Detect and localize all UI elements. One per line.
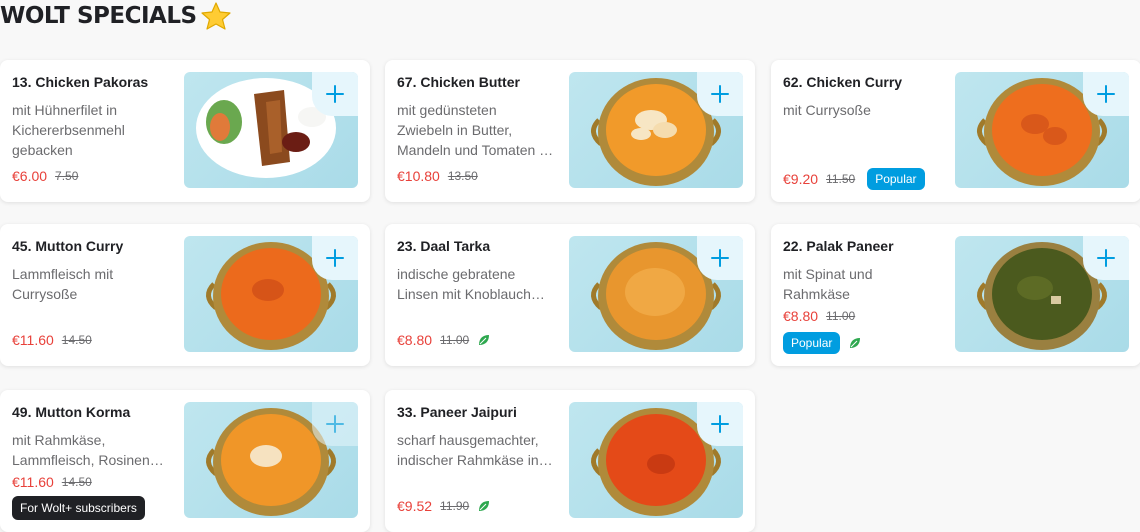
add-to-cart-button[interactable] [312, 72, 358, 116]
plus-icon [326, 415, 344, 433]
plus-icon [326, 249, 344, 267]
item-description: mit Currysoße [783, 102, 871, 118]
plus-icon [326, 85, 344, 103]
item-name: 13. Chicken Pakoras [12, 74, 149, 90]
item-price: €11.60 [12, 474, 54, 490]
menu-item-card[interactable]: 62. Chicken Curry mit Currysoße €9.20 11… [771, 60, 1140, 202]
menu-item-card[interactable]: 33. Paneer Jaipuri scharf hausgemachter,… [385, 390, 755, 532]
price-row: €11.60 14.50 [12, 474, 92, 490]
menu-item-card[interactable]: 22. Palak Paneer mit Spinat und Rahmkäse… [771, 224, 1140, 366]
popular-badge: Popular [783, 332, 841, 354]
item-old-price: 11.00 [826, 309, 856, 323]
item-old-price: 13.50 [447, 169, 478, 183]
menu-item-card[interactable]: 49. Mutton Korma mit Rahmkäse, Lammfleis… [0, 390, 370, 532]
item-price: €10.80 [397, 168, 440, 184]
item-old-price: 14.50 [61, 333, 92, 347]
section-title: WOLT SPECIALS [0, 2, 231, 30]
add-to-cart-button[interactable] [697, 236, 743, 280]
item-description: mit Rahmkäse, Lammfleisch, Rosinen… [12, 432, 164, 468]
item-description: indische gebratene Linsen mit Knoblauch… [397, 266, 545, 302]
item-old-price: 11.50 [826, 172, 856, 186]
star-icon [200, 2, 231, 30]
vegetarian-leaf-icon [479, 501, 490, 511]
popular-badge: Popular [867, 168, 925, 190]
item-name: 23. Daal Tarka [397, 238, 491, 254]
item-description: mit Spinat und Rahmkäse [783, 266, 873, 302]
price-row: €8.80 11.00 [783, 308, 855, 324]
menu-item-card[interactable]: 23. Daal Tarka indische gebratene Linsen… [385, 224, 755, 366]
menu-item-card[interactable]: 45. Mutton Curry Lammfleisch mit Curryso… [0, 224, 370, 366]
item-price: €8.80 [783, 308, 819, 324]
item-old-price: 14.50 [61, 475, 92, 489]
item-name: 62. Chicken Curry [783, 74, 903, 90]
price-row: €9.52 11.90 [397, 498, 491, 514]
item-name: 67. Chicken Butter [397, 74, 520, 90]
item-price: €8.80 [397, 332, 433, 348]
item-price: €9.52 [397, 498, 433, 514]
price-row: €10.80 13.50 [397, 168, 478, 184]
item-name: 33. Paneer Jaipuri [397, 404, 517, 420]
menu-item-card[interactable]: 67. Chicken Butter mit gedünsteten Zwieb… [385, 60, 755, 202]
plus-icon [1097, 85, 1115, 103]
add-to-cart-button[interactable] [312, 402, 358, 446]
item-old-price: 7.50 [55, 169, 79, 183]
price-row: €9.20 11.50 Popular [783, 168, 925, 190]
plus-icon [711, 249, 729, 267]
item-old-price: 11.00 [440, 333, 470, 347]
menu-item-card[interactable]: 13. Chicken Pakoras mit Hühnerfilet in K… [0, 60, 370, 202]
plus-icon [1097, 249, 1115, 267]
item-description: mit gedünsteten Zwiebeln in Butter, Mand… [397, 102, 554, 158]
section-title-text: WOLT SPECIALS [0, 3, 197, 29]
item-description: mit Hühnerfilet in Kichererbsenmehl geba… [12, 102, 125, 158]
badge-row: Popular [783, 332, 862, 354]
item-price: €9.20 [783, 171, 819, 187]
wolt-plus-subscribers-badge: For Wolt+ subscribers [12, 496, 145, 520]
add-to-cart-button[interactable] [697, 72, 743, 116]
price-row: €6.00 7.50 [12, 168, 78, 184]
item-description: scharf hausgemachter, indischer Rahmkäse… [397, 432, 553, 468]
plus-icon [711, 415, 729, 433]
item-name: 45. Mutton Curry [12, 238, 124, 254]
item-old-price: 11.90 [440, 499, 470, 513]
plus-icon [711, 85, 729, 103]
add-to-cart-button[interactable] [1083, 236, 1129, 280]
item-price: €11.60 [12, 332, 54, 348]
item-price: €6.00 [12, 168, 48, 184]
add-to-cart-button[interactable] [1083, 72, 1129, 116]
price-row: €8.80 11.00 [397, 332, 491, 348]
vegetarian-leaf-icon [479, 335, 490, 345]
add-to-cart-button[interactable] [312, 236, 358, 280]
item-name: 22. Palak Paneer [783, 238, 894, 254]
item-name: 49. Mutton Korma [12, 404, 131, 420]
add-to-cart-button[interactable] [697, 402, 743, 446]
price-row: €11.60 14.50 [12, 332, 92, 348]
item-description: Lammfleisch mit Currysoße [12, 266, 114, 302]
vegetarian-leaf-icon [850, 338, 861, 348]
